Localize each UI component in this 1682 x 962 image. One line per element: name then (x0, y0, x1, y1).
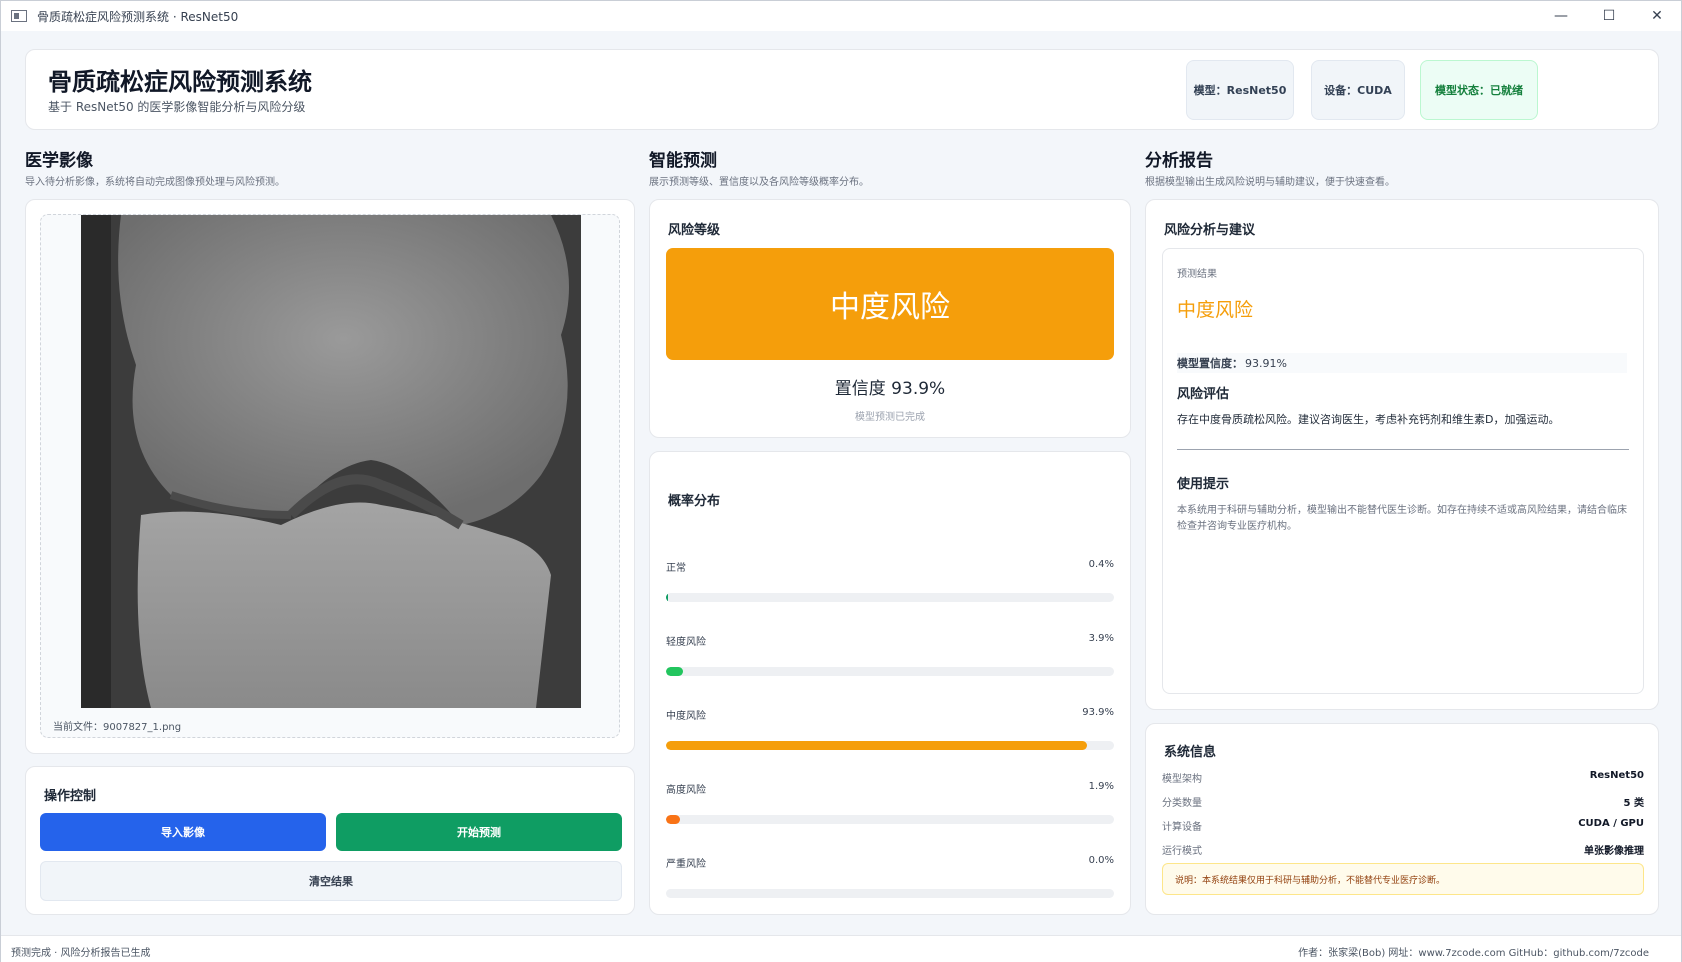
risk-level-card: 风险等级 中度风险 置信度 93.9% 模型预测已完成 (649, 199, 1131, 438)
prob-row-severe: 严重风险 0.0% (666, 855, 1114, 905)
probability-card: 概率分布 正常 0.4% 轻度风险 3.9% 中度风险 93.9% 高度风险 1… (649, 451, 1131, 915)
sys-row-arch: 模型架构 ResNet50 (1162, 770, 1644, 788)
device-badge: 设备：CUDA (1311, 60, 1405, 120)
risk-level-box: 中度风险 (666, 248, 1114, 360)
prob-row-mild: 轻度风险 3.9% (666, 633, 1114, 683)
header-card: 骨质疏松症风险预测系统 基于 ResNet50 的医学影像智能分析与风险分级 模… (25, 49, 1659, 130)
system-info-title: 系统信息 (1164, 745, 1217, 760)
report-inner: 预测结果 中度风险 模型置信度： 93.91% 风险评估 存在中度骨质疏松风险。… (1162, 248, 1644, 694)
result-risk-value: 中度风险 (1177, 299, 1254, 321)
xray-image (81, 215, 581, 708)
report-divider (1177, 449, 1629, 450)
tips-text: 本系统用于科研与辅助分析，模型输出不能替代医生诊断。如存在持续不适或高风险结果，… (1177, 505, 1627, 532)
import-image-button[interactable]: 导入影像 (40, 813, 326, 851)
prob-fill (666, 815, 680, 824)
confidence-value: 93.91% (1245, 356, 1287, 370)
window-controls: — ☐ ✕ (1537, 1, 1681, 31)
sys-key: 分类数量 (1162, 798, 1202, 809)
prob-label: 高度风险 (666, 785, 706, 796)
section-subtitle-image: 导入待分析影像，系统将自动完成图像预处理与风险预测。 (25, 177, 285, 188)
page-title: 骨质疏松症风险预测系统 (48, 68, 312, 96)
sys-row-device: 计算设备 CUDA / GPU (1162, 818, 1644, 836)
sys-row-classes: 分类数量 5 类 (1162, 794, 1644, 812)
app-window: 骨质疏松症风险预测系统 · ResNet50 — ☐ ✕ 骨质疏松症风险预测系统… (0, 0, 1682, 962)
close-button[interactable]: ✕ (1633, 1, 1681, 31)
prob-value: 1.9% (1088, 781, 1114, 792)
sys-value: ResNet50 (1589, 770, 1644, 781)
section-title-image: 医学影像 (25, 151, 93, 171)
assessment-title: 风险评估 (1177, 387, 1230, 402)
system-info-card: 系统信息 模型架构 ResNet50 分类数量 5 类 计算设备 CUDA / … (1145, 723, 1659, 915)
result-label: 预测结果 (1177, 269, 1217, 280)
model-status-badge: 模型状态：已就绪 (1420, 60, 1538, 120)
prob-value: 0.4% (1088, 559, 1114, 570)
prob-value: 3.9% (1088, 633, 1114, 644)
model-confidence-line: 模型置信度： 93.91% (1177, 353, 1627, 373)
window-title: 骨质疏松症风险预测系统 · ResNet50 (37, 9, 239, 24)
prob-value: 0.0% (1088, 855, 1114, 866)
start-predict-button[interactable]: 开始预测 (336, 813, 622, 851)
section-subtitle-report: 根据模型输出生成风险说明与辅助建议，便于快速查看。 (1145, 177, 1395, 188)
prob-track (666, 741, 1114, 750)
app-icon (11, 10, 27, 22)
prob-label: 严重风险 (666, 859, 706, 870)
prediction-status-note: 模型预测已完成 (855, 412, 925, 423)
page-subtitle: 基于 ResNet50 的医学影像智能分析与风险分级 (48, 100, 306, 114)
risk-level-title: 风险等级 (668, 223, 721, 238)
prob-fill (666, 741, 1087, 750)
prob-track (666, 667, 1114, 676)
model-badge: 模型：ResNet50 (1186, 60, 1294, 120)
prob-track (666, 593, 1114, 602)
prob-track (666, 815, 1114, 824)
disclaimer-notice: 说明：本系统结果仅用于科研与辅助分析，不能替代专业医疗诊断。 (1162, 863, 1644, 895)
prob-track (666, 889, 1114, 898)
section-title-report: 分析报告 (1145, 151, 1213, 171)
status-message: 预测完成 · 风险分析报告已生成 (11, 948, 151, 959)
current-file-label: 当前文件：9007827_1.png (53, 722, 182, 733)
sys-value: 5 类 (1623, 798, 1644, 809)
sys-value: 单张影像推理 (1584, 846, 1644, 857)
confidence-key: 模型置信度： (1177, 357, 1243, 370)
prob-fill (666, 593, 668, 602)
minimize-button[interactable]: — (1537, 1, 1585, 31)
sys-row-mode: 运行模式 单张影像推理 (1162, 842, 1644, 860)
report-title: 风险分析与建议 (1164, 223, 1256, 238)
prob-row-moderate: 中度风险 93.9% (666, 707, 1114, 757)
clear-results-button[interactable]: 清空结果 (40, 861, 622, 901)
prob-label: 轻度风险 (666, 637, 706, 648)
section-subtitle-predict: 展示预测等级、置信度以及各风险等级概率分布。 (649, 177, 869, 188)
sys-value: CUDA / GPU (1578, 818, 1644, 829)
prob-value: 93.9% (1082, 707, 1114, 718)
report-card: 风险分析与建议 预测结果 中度风险 模型置信度： 93.91% 风险评估 存在中… (1145, 199, 1659, 710)
tips-title: 使用提示 (1177, 477, 1230, 492)
prob-label: 中度风险 (666, 711, 706, 722)
prob-fill (666, 667, 683, 676)
prob-row-high: 高度风险 1.9% (666, 781, 1114, 831)
prob-row-normal: 正常 0.4% (666, 559, 1114, 609)
sys-key: 模型架构 (1162, 774, 1202, 785)
controls-title: 操作控制 (44, 789, 97, 804)
maximize-button[interactable]: ☐ (1585, 1, 1633, 31)
author-info: 作者：张家梁(Bob) 网址：www.7zcode.com GitHub：git… (1298, 948, 1649, 959)
image-drop-area[interactable]: 当前文件：9007827_1.png (40, 214, 620, 738)
confidence-text: 置信度 93.9% (834, 379, 946, 399)
sys-key: 计算设备 (1162, 822, 1202, 833)
controls-card: 操作控制 导入影像 开始预测 清空结果 (25, 766, 635, 915)
status-bar: 预测完成 · 风险分析报告已生成 作者：张家梁(Bob) 网址：www.7zco… (1, 935, 1681, 962)
image-card: 当前文件：9007827_1.png (25, 199, 635, 754)
section-title-predict: 智能预测 (649, 151, 717, 171)
probability-title: 概率分布 (668, 494, 721, 509)
sys-key: 运行模式 (1162, 846, 1202, 857)
assessment-text: 存在中度骨质疏松风险。建议咨询医生，考虑补充钙剂和维生素D，加强运动。 (1177, 413, 1560, 426)
title-bar: 骨质疏松症风险预测系统 · ResNet50 — ☐ ✕ (1, 1, 1681, 31)
prob-label: 正常 (666, 563, 686, 574)
